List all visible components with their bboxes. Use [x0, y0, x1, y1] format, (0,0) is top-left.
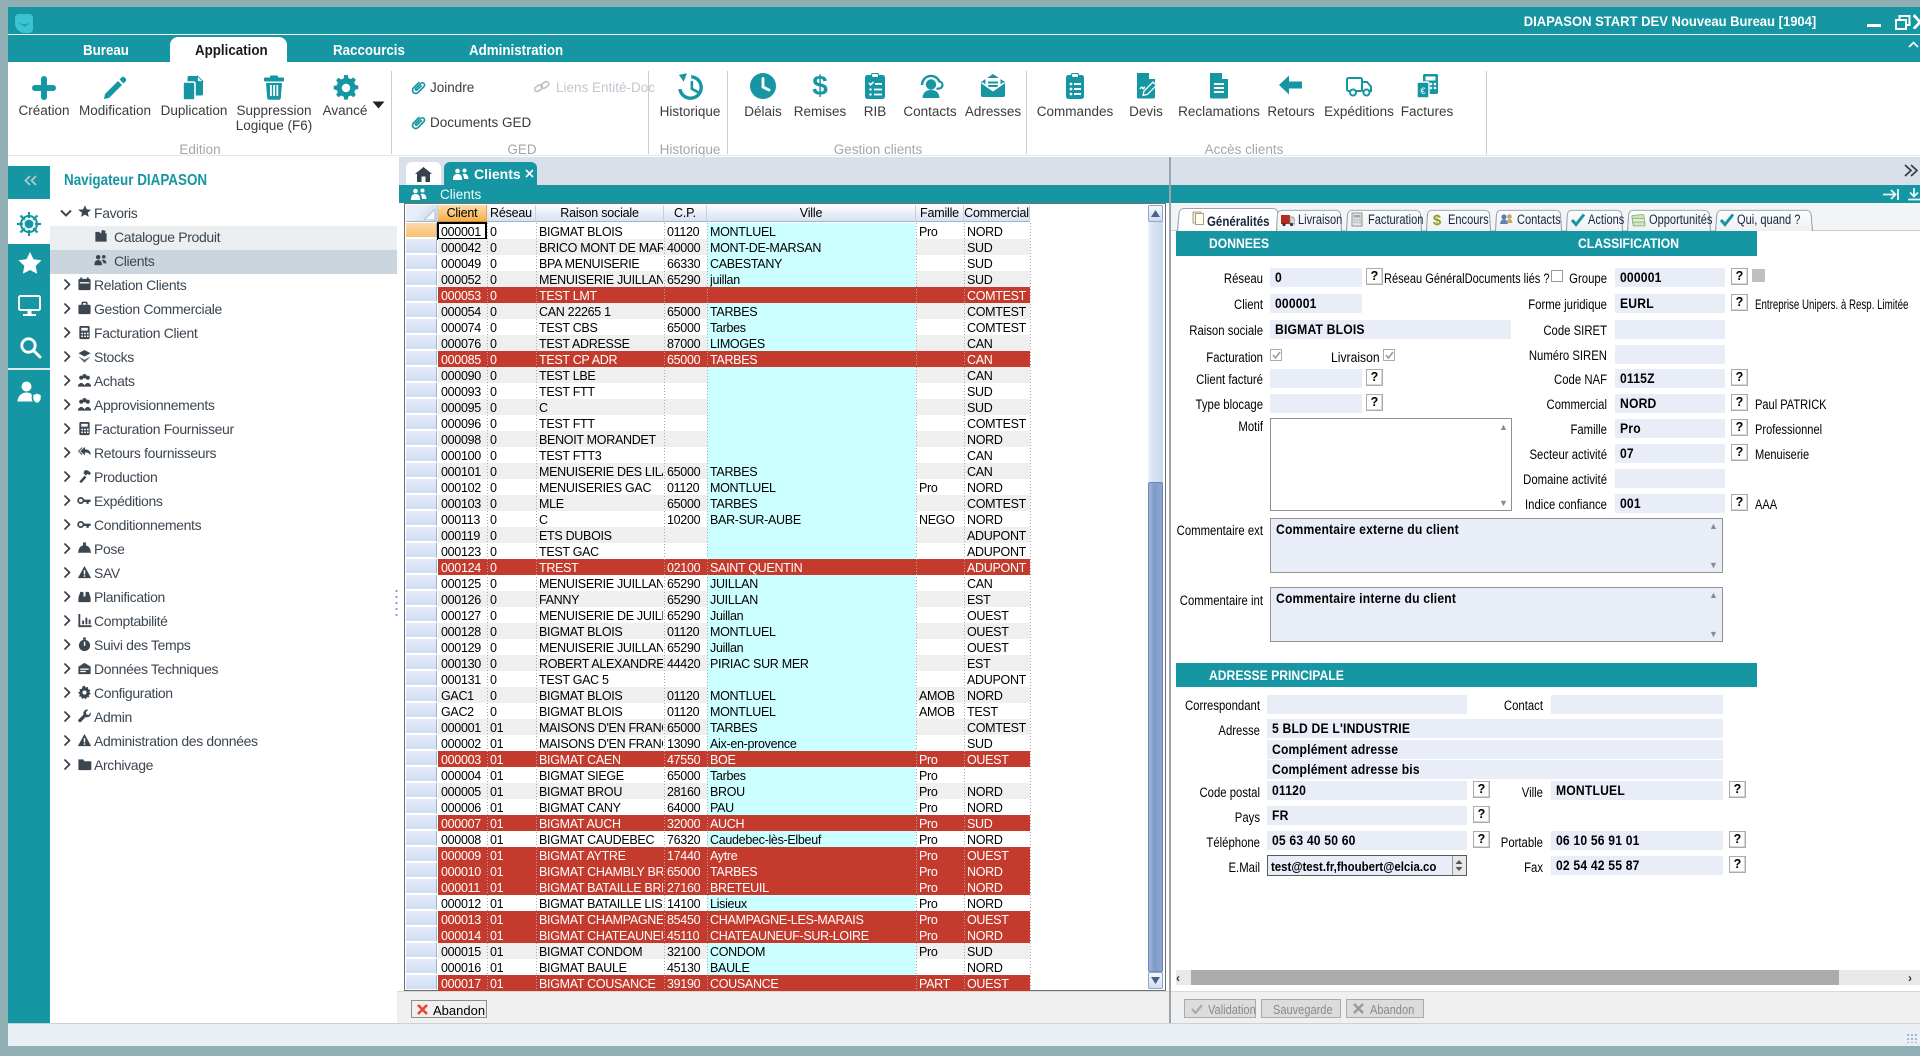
svg-text:$: $ [1433, 212, 1442, 227]
svg-text:€: € [1420, 86, 1425, 96]
svg-text:$: $ [812, 72, 828, 100]
